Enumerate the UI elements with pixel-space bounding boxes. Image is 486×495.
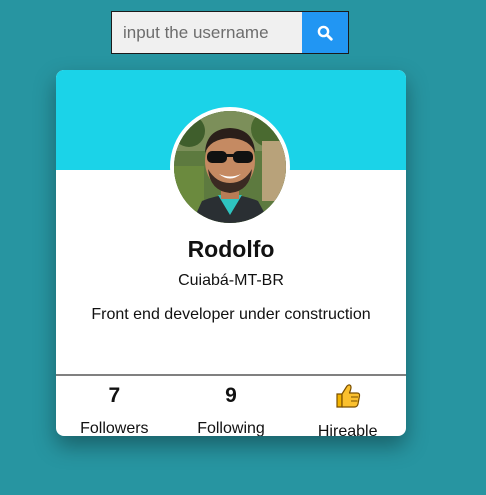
search-button[interactable] bbox=[302, 12, 348, 53]
followers-label: Followers bbox=[80, 420, 149, 436]
avatar bbox=[170, 107, 290, 227]
stat-followers: 7 Followers bbox=[56, 376, 173, 436]
stat-hireable: Hireable bbox=[289, 376, 406, 436]
search-bar bbox=[111, 11, 349, 54]
profile-location: Cuiabá-MT-BR bbox=[178, 272, 284, 289]
followers-count: 7 bbox=[108, 384, 121, 407]
hireable-label: Hireable bbox=[317, 423, 378, 436]
profile-name: Rodolfo bbox=[187, 236, 275, 262]
stat-following: 9 Following bbox=[173, 376, 290, 436]
following-count: 9 bbox=[225, 384, 237, 407]
search-icon bbox=[317, 25, 333, 41]
thumbs-up-icon bbox=[334, 382, 362, 410]
stats-row: 7 Followers 9 Following Hireable bbox=[56, 376, 406, 436]
username-search-input[interactable] bbox=[112, 12, 302, 53]
following-label: Following bbox=[197, 420, 265, 436]
profile-card: Rodolfo Cuiabá-MT-BR Front end developer… bbox=[56, 70, 406, 436]
profile-bio: Front end developer under construction bbox=[91, 306, 371, 323]
